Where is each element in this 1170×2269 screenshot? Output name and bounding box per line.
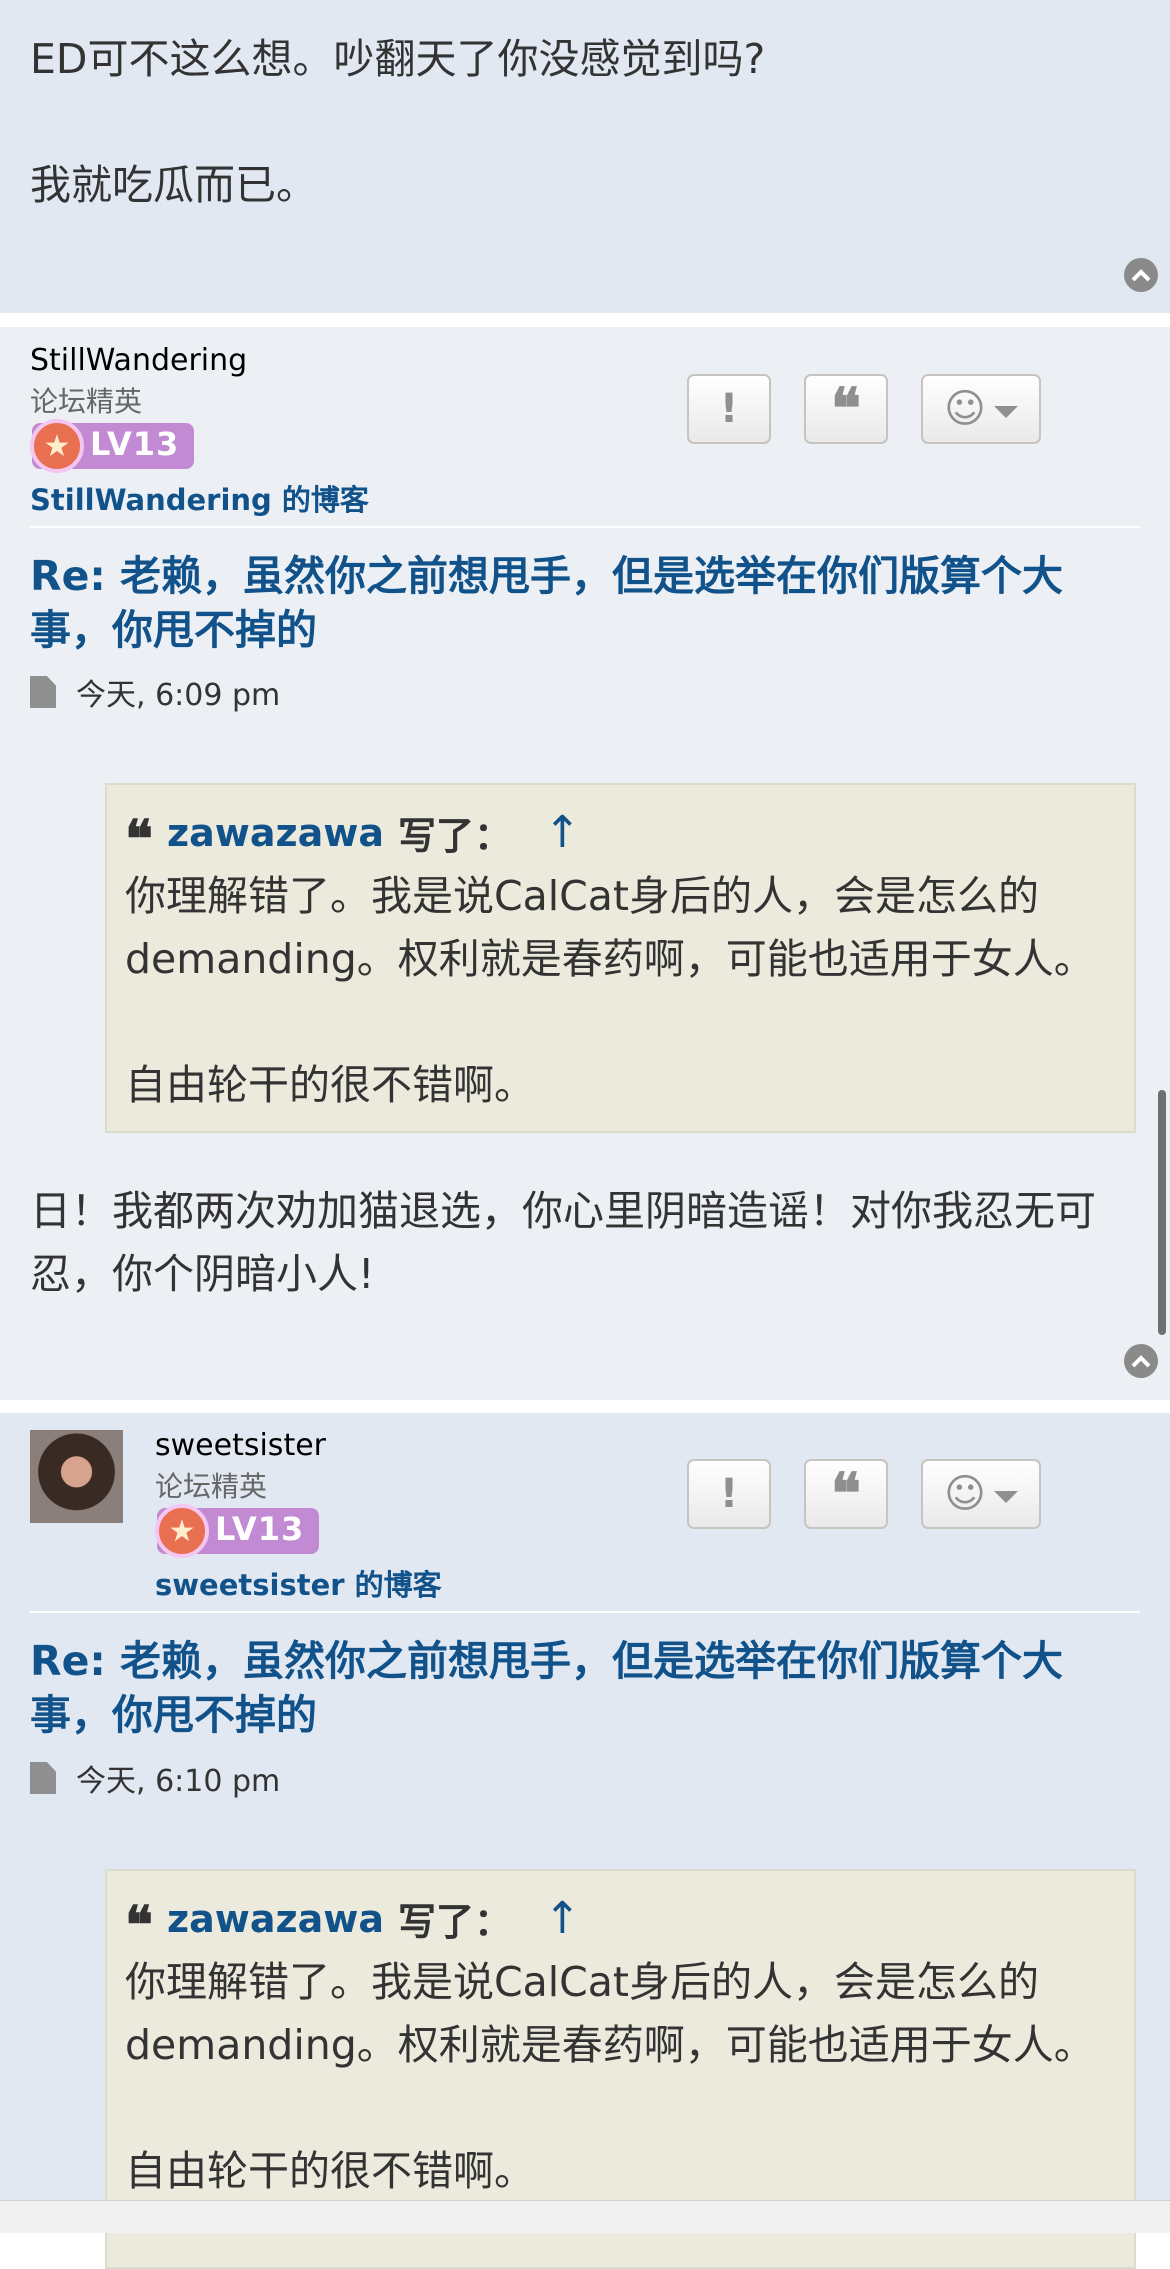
post-divider <box>30 1611 1140 1613</box>
author-blog-link[interactable]: sweetsister 的博客 <box>155 1562 442 1604</box>
author-blog-link[interactable]: StillWandering 的博客 <box>30 477 369 519</box>
level-badge: ★ LV13 <box>155 1504 319 1558</box>
reaction-button[interactable]: ☺ <box>921 1459 1041 1529</box>
post-previous: ED可不这么想。吵翻天了你没感觉到吗? 我就吃瓜而已。 <box>0 0 1170 313</box>
quote-icon: ❝ <box>125 808 153 870</box>
exclamation-icon: ! <box>719 1471 739 1517</box>
caret-down-icon <box>993 1491 1018 1503</box>
back-to-top-button[interactable] <box>1124 258 1158 292</box>
chevron-up-icon <box>1131 1355 1151 1368</box>
level-badge-text: LV13 <box>215 1510 305 1548</box>
quote-jump-arrow[interactable]: ↑ <box>544 1893 581 1944</box>
caret-down-icon <box>993 406 1018 418</box>
post-title[interactable]: Re: 老赖，虽然你之前想甩手，但是选举在你们版算个大事，你甩不掉的 <box>30 549 1140 657</box>
post-meta: 今天, 6:10 pm <box>30 1756 280 1800</box>
star-icon: ★ <box>155 1504 209 1558</box>
scrollbar[interactable] <box>1158 1090 1166 1335</box>
quote-button[interactable]: ❝ <box>804 1459 888 1529</box>
back-to-top-button[interactable] <box>1124 1344 1158 1378</box>
quote-button[interactable]: ❝ <box>804 374 888 444</box>
exclamation-icon: ! <box>719 386 739 432</box>
quote-header: ❝ zawazawa 写了： ↑ <box>125 1891 581 1956</box>
post-body-line: 我就吃瓜而已。 <box>30 161 317 209</box>
quote-icon: ❝ <box>830 376 862 442</box>
browser-bottom-bar <box>0 2200 1170 2233</box>
post-author-rank: 论坛精英 <box>30 385 143 418</box>
quote-author-link[interactable]: zawazawa <box>167 811 384 855</box>
quote-author-link[interactable]: zawazawa <box>167 1897 384 1941</box>
quote-icon: ❝ <box>125 1894 153 1956</box>
quote-wrote-label: 写了： <box>398 814 513 858</box>
post-body-line <box>30 91 765 154</box>
post-title[interactable]: Re: 老赖，虽然你之前想甩手，但是选举在你们版算个大事，你甩不掉的 <box>30 1634 1140 1742</box>
file-icon[interactable] <box>30 676 56 708</box>
chevron-up-icon <box>1131 269 1151 282</box>
quote-block: ❝ zawazawa 写了： ↑ 你理解错了。我是说CalCat身后的人，会是怎… <box>105 783 1136 1133</box>
quote-text: 你理解错了。我是说CalCat身后的人，会是怎么的demanding。权利就是春… <box>125 872 1095 1109</box>
post-stillwandering: StillWandering 论坛精英 ★ LV13 StillWanderin… <box>0 327 1170 1400</box>
post-author-name[interactable]: StillWandering <box>30 343 247 378</box>
report-button[interactable]: ! <box>687 1459 771 1529</box>
quote-jump-arrow[interactable]: ↑ <box>544 807 581 858</box>
reaction-button[interactable]: ☺ <box>921 374 1041 444</box>
post-time: 今天, 6:10 pm <box>76 1764 281 1799</box>
level-badge: ★ LV13 <box>30 419 194 473</box>
post-body: ED可不这么想。吵翻天了你没感觉到吗? 我就吃瓜而已。 <box>30 28 765 217</box>
post-divider <box>30 526 1140 528</box>
post-body-line: ED可不这么想。吵翻天了你没感觉到吗? <box>30 35 766 83</box>
post-sweetsister: sweetsister 论坛精英 ★ LV13 sweetsister 的博客 … <box>0 1413 1170 2269</box>
quote-text: 你理解错了。我是说CalCat身后的人，会是怎么的demanding。权利就是春… <box>125 1958 1095 2195</box>
smiley-icon: ☺ <box>944 1471 986 1517</box>
star-icon: ★ <box>30 419 84 473</box>
post-body: 日！我都两次劝加猫退选，你心里阴暗造谣！对你我忍无可忍，你个阴暗小人! <box>30 1187 1096 1298</box>
quote-header: ❝ zawazawa 写了： ↑ <box>125 805 581 870</box>
report-button[interactable]: ! <box>687 374 771 444</box>
quote-wrote-label: 写了： <box>398 1900 513 1944</box>
level-badge-text: LV13 <box>90 425 180 463</box>
smiley-icon: ☺ <box>944 386 986 432</box>
file-icon[interactable] <box>30 1762 56 1794</box>
post-author-name[interactable]: sweetsister <box>155 1428 326 1463</box>
avatar[interactable] <box>30 1430 123 1523</box>
quote-icon: ❝ <box>830 1461 862 1527</box>
post-time: 今天, 6:09 pm <box>76 678 281 713</box>
post-author-rank: 论坛精英 <box>155 1470 268 1503</box>
post-meta: 今天, 6:09 pm <box>30 670 280 714</box>
